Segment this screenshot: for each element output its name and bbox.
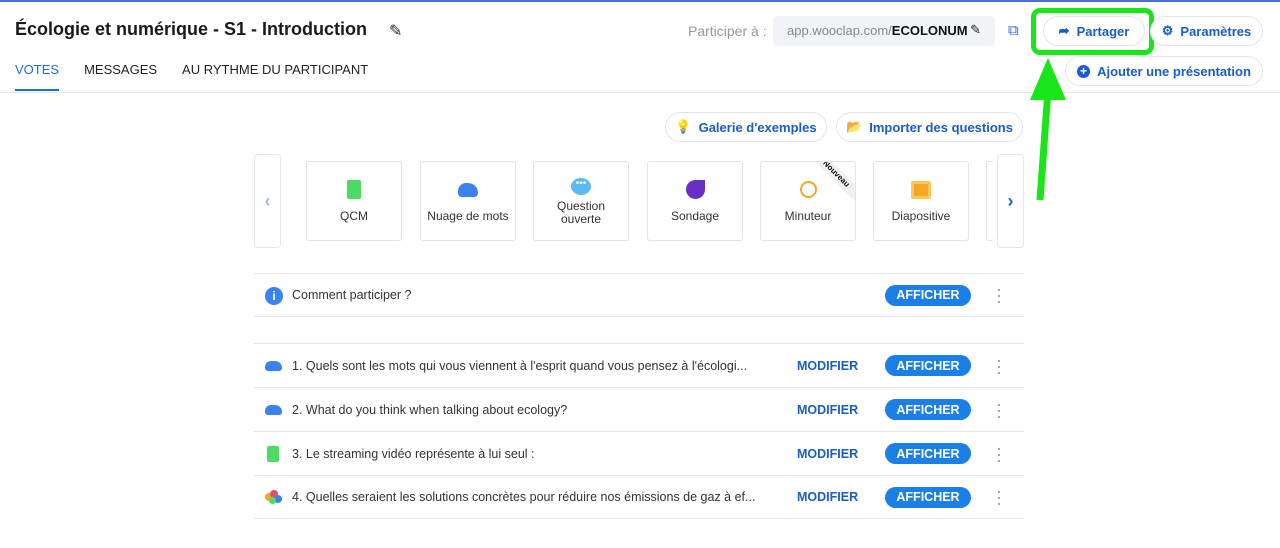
tabs: VOTES MESSAGES AU RYTHME DU PARTICIPANT	[15, 62, 368, 91]
mcq-icon	[265, 446, 283, 462]
type-card-timer[interactable]: Nouveau Minuteur	[760, 161, 856, 241]
cloud-icon	[458, 180, 478, 200]
more-options-icon[interactable]: · · ·	[996, 351, 1002, 381]
modify-button[interactable]: MODIFIER	[797, 359, 858, 373]
speech-bubble-icon: •••	[571, 176, 591, 196]
import-questions-button[interactable]: 📂 Importer des questions	[836, 112, 1023, 142]
header-divider	[0, 92, 1280, 93]
pie-chart-icon	[685, 180, 705, 200]
more-options-icon[interactable]: · · ·	[996, 439, 1002, 469]
more-options-icon[interactable]: · · ·	[996, 482, 1002, 512]
edit-url-pencil-icon[interactable]: ✎	[970, 22, 981, 38]
gear-icon: ⚙	[1161, 23, 1174, 38]
type-card-qcm[interactable]: QCM	[306, 161, 402, 241]
show-button[interactable]: AFFICHER	[885, 486, 971, 508]
url-prefix: app.wooclap.com/	[787, 23, 892, 38]
modify-button[interactable]: MODIFIER	[797, 490, 858, 504]
more-options-icon[interactable]: · · ·	[996, 280, 1002, 310]
settings-button[interactable]: ⚙ Paramètres	[1150, 16, 1263, 46]
type-card-poll[interactable]: Sondage	[647, 161, 743, 241]
more-options-icon[interactable]: · · ·	[996, 395, 1002, 425]
partial-card	[986, 161, 994, 241]
question-row[interactable]: 3. Le streaming vidéo représente à lui s…	[254, 431, 1024, 475]
add-presentation-button[interactable]: + Ajouter une présentation	[1065, 56, 1263, 86]
cloud-icon	[265, 358, 283, 374]
participation-url-field[interactable]: app.wooclap.com/ECOLONUM ✎	[773, 16, 995, 46]
lightbulb-icon: 💡	[675, 119, 692, 134]
info-icon: i	[265, 287, 283, 305]
url-code: ECOLONUM	[891, 23, 968, 38]
type-card-open-question[interactable]: ••• Question ouverte	[533, 161, 629, 241]
modify-button[interactable]: MODIFIER	[797, 403, 858, 417]
cloud-icon	[265, 402, 283, 418]
show-button[interactable]: AFFICHER	[885, 284, 971, 306]
show-button[interactable]: AFFICHER	[885, 399, 971, 420]
modify-button[interactable]: MODIFIER	[797, 447, 858, 461]
tab-self-paced[interactable]: AU RYTHME DU PARTICIPANT	[182, 62, 368, 91]
edit-title-pencil-icon[interactable]: ✎	[389, 21, 402, 41]
type-card-slide[interactable]: Diapositive	[873, 161, 969, 241]
how-to-participate-row[interactable]: i Comment participer ? AFFICHER · · ·	[254, 273, 1024, 317]
examples-gallery-button[interactable]: 💡 Galerie d'exemples	[665, 112, 827, 142]
multi-question-icon	[265, 490, 283, 506]
participate-label: Participer à :	[688, 23, 767, 39]
page-title: Écologie et numérique - S1 - Introductio…	[15, 19, 368, 39]
copy-icon[interactable]: ⧉	[1008, 22, 1019, 39]
tab-messages[interactable]: MESSAGES	[84, 62, 157, 91]
tab-votes[interactable]: VOTES	[15, 62, 60, 91]
top-accent-line	[0, 0, 1280, 2]
show-button[interactable]: AFFICHER	[885, 443, 971, 464]
type-card-word-cloud[interactable]: Nuage de mots	[420, 161, 516, 241]
question-row[interactable]: 1. Quels sont les mots qui vous viennent…	[254, 343, 1024, 387]
question-row[interactable]: 4. Quelles seraient les solutions concrè…	[254, 475, 1024, 519]
carousel-next-button[interactable]: ›	[997, 154, 1024, 248]
stopwatch-icon	[798, 180, 818, 200]
slide-icon	[911, 180, 931, 200]
mcq-icon	[344, 180, 364, 200]
folder-icon: 📂	[846, 119, 863, 134]
carousel-prev-button[interactable]: ‹	[254, 154, 281, 248]
highlight-box	[1031, 8, 1154, 55]
question-row[interactable]: 2. What do you think when talking about …	[254, 387, 1024, 431]
show-button[interactable]: AFFICHER	[885, 355, 971, 376]
